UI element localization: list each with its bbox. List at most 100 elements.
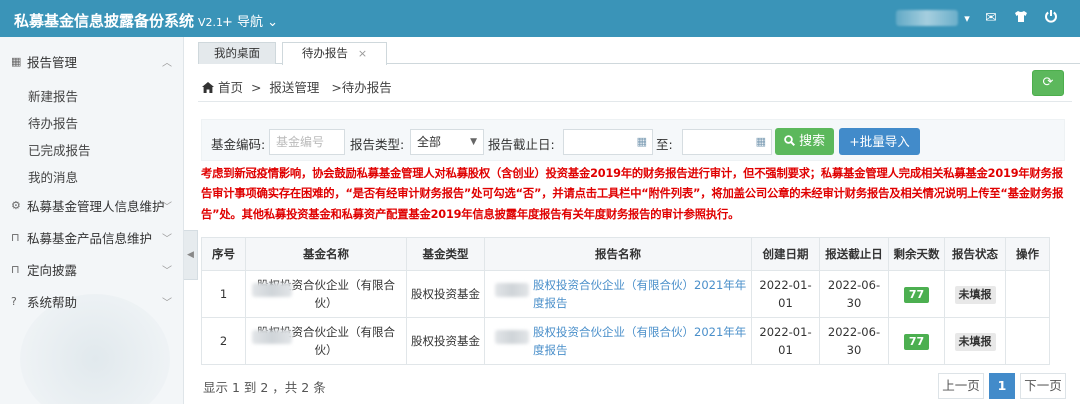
page-1-button[interactable]: 1 [989,373,1015,399]
folder-icon: ⊓ [11,262,20,276]
deadline-date: 2022-06-30 [819,270,889,318]
breadcrumb-bar: 首页 > 报送管理 >待办报告 ⟳ [198,66,1072,102]
deadline-end-input[interactable]: ▦ [682,129,772,155]
refresh-icon: ⟳ [1042,75,1054,90]
action-cell[interactable] [1005,270,1050,318]
deadline-date: 2022-06-30 [819,317,889,365]
deadline-label: 报告截止日: [488,137,555,152]
status-badge: 未填报 [954,332,996,351]
column-header: 操作 [1005,237,1050,271]
days-left-badge: 77 [903,334,930,350]
calendar-icon[interactable]: ▦ [756,130,766,154]
created-date: 2022-01-01 [751,317,820,365]
shirt-icon[interactable] [1006,10,1036,27]
report-name-link[interactable]: 股权投资合伙企业（有限合伙）2021年年度报告 [533,325,746,357]
fund-code-label: 基金编码: [211,137,266,152]
sidebar-group-directed-disclosure[interactable]: ⊓ 定向披露 ﹀ [0,256,183,282]
status-badge: 未填报 [954,285,996,304]
action-cell[interactable] [1005,317,1050,365]
sidebar-group-manager-info[interactable]: ⚙ 私募基金管理人信息维护 ﹀ [0,192,183,218]
help-icon: ? [11,294,17,308]
sidebar-group-label: 定向披露 [27,262,78,278]
breadcrumb-home[interactable]: 首页 [218,80,243,95]
fund-name-cell: 股权投资合伙企业（有限合伙） [245,317,407,365]
chevron-down-icon: ﹀ [162,297,172,309]
search-panel: 基金编码: 基金编号 报告类型: 全部 ▼ 报告截止日: ▦ 至: ▦ 搜索 +… [201,119,1065,161]
next-page-button[interactable]: 下一页 [1020,373,1066,399]
fund-type: 股权投资基金 [406,317,485,365]
sidebar-group-label: 私募基金管理人信息维护 [27,198,165,214]
redacted-text [495,330,529,344]
row-number: 1 [201,270,246,318]
app-title[interactable]: 私募基金信息披露备份系统 V2.1 [14,10,223,31]
table-row[interactable]: 1 股权投资合伙企业（有限合伙） 股权投资基金 股权投资合伙企业（有限合伙）20… [201,270,1050,318]
calendar-icon[interactable]: ▦ [637,130,647,154]
top-bar: 私募基金信息披露备份系统 V2.1 + 导航 ⌄ ▾ ✉ [0,0,1080,37]
column-header: 序号 [201,237,246,271]
notice-text: 考虑到新冠疫情影响，协会鼓励私募基金管理人对私募股权（含创业）投资基金2019年… [201,167,1064,221]
sidebar-item-my-messages[interactable]: 我的消息 [28,167,78,186]
column-header: 剩余天数 [888,237,945,271]
report-name-link[interactable]: 股权投资合伙企业（有限合伙）2021年年度报告 [533,278,746,310]
top-right-tools: ▾ ✉ [896,9,1066,27]
power-icon[interactable] [1036,9,1066,27]
breadcrumb-level2: >待办报告 [331,80,392,95]
app-version: V2.1 [198,16,224,29]
chevron-down-icon: ﹀ [162,265,172,277]
sidebar-item-completed-report[interactable]: 已完成报告 [28,140,91,159]
mail-icon[interactable]: ✉ [976,10,1006,26]
pagination-summary: 显示 1 到 2 ，共 2 条 [203,380,326,395]
tab-pending-report[interactable]: 待办报告 × [282,42,387,65]
tab-bar: 我的桌面 待办报告 × [198,40,1080,65]
sidebar: ▦ 报告管理 ︿ 新建报告 待办报告 已完成报告 我的消息 ⚙ 私募基金管理人信… [0,37,184,404]
search-button-label: 搜索 [799,134,826,149]
close-icon[interactable]: × [358,47,367,60]
sidebar-group-help[interactable]: ? 系统帮助 ﹀ [0,288,183,314]
tab-my-desktop[interactable]: 我的桌面 [198,42,276,64]
report-name-cell: 股权投资合伙企业（有限合伙）2021年年度报告 [484,270,752,318]
column-header: 报送截止日 [819,237,889,271]
report-name-cell: 股权投资合伙企业（有限合伙）2021年年度报告 [484,317,752,365]
app-title-text: 私募基金信息披露备份系统 [14,12,195,30]
redacted-text [495,283,529,297]
chevron-down-icon: ﹀ [162,233,172,245]
sidebar-group-label: 系统帮助 [27,294,78,310]
chevron-down-icon[interactable]: ▾ [958,12,976,25]
column-header: 基金名称 [245,237,407,271]
sidebar-group-product-info[interactable]: ⊓ 私募基金产品信息维护 ﹀ [0,224,183,250]
search-button[interactable]: 搜索 [775,128,834,155]
prev-page-button[interactable]: 上一页 [938,373,984,399]
home-icon [202,80,218,95]
sidebar-group-report-management[interactable]: ▦ 报告管理 ︿ [0,48,183,74]
nav-menu-button[interactable]: + 导航 ⌄ [222,11,278,30]
report-type-label: 报告类型: [350,137,405,152]
refresh-button[interactable]: ⟳ [1032,70,1064,96]
report-type-select[interactable]: 全部 ▼ [410,129,484,155]
chevron-down-icon: ▼ [470,137,477,147]
breadcrumb-level1[interactable]: 报送管理 [269,80,319,95]
sidebar-item-pending-report[interactable]: 待办报告 [28,113,78,132]
gear-icon: ⚙ [11,198,21,212]
fund-type: 股权投资基金 [406,270,485,318]
days-left-badge: 77 [903,287,930,303]
column-header: 报告名称 [484,237,752,271]
redacted-text [252,283,292,297]
fund-code-input[interactable]: 基金编号 [269,129,345,155]
status-cell: 未填报 [944,270,1006,318]
sidebar-collapse-handle[interactable]: ◀ [184,230,198,280]
created-date: 2022-01-01 [751,270,820,318]
sidebar-item-new-report[interactable]: 新建报告 [28,86,78,105]
search-icon [784,134,799,149]
folder-icon: ⊓ [11,230,20,244]
pagination: 上一页 1 下一页 [933,373,1066,399]
breadcrumb-separator: > [250,80,262,95]
days-left-cell: 77 [888,317,945,365]
table-row[interactable]: 2 股权投资合伙企业（有限合伙） 股权投资基金 股权投资合伙企业（有限合伙）20… [201,317,1050,365]
column-header: 基金类型 [406,237,485,271]
row-number: 2 [201,317,246,365]
tab-label: 我的桌面 [214,46,260,60]
user-name-blurred[interactable] [896,10,958,26]
deadline-start-input[interactable]: ▦ [563,129,653,155]
batch-import-button[interactable]: +批量导入 [839,128,920,155]
redacted-text [252,330,292,344]
